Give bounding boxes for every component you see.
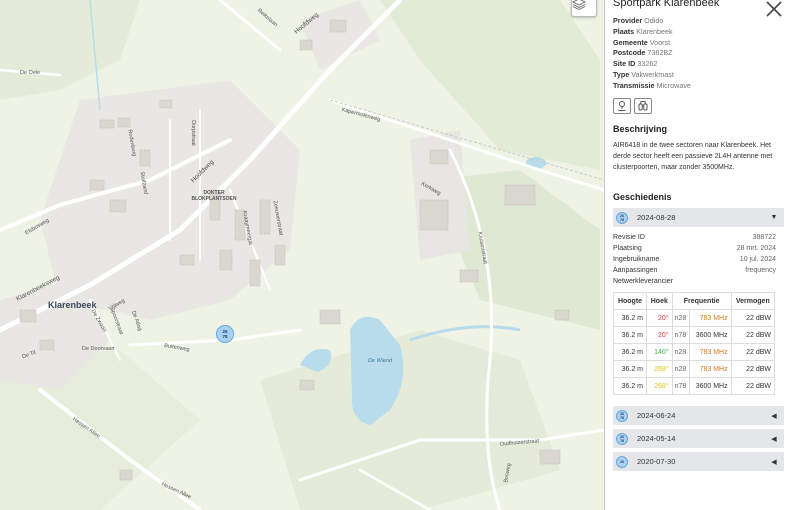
height-cell: 36.2 m — [612, 343, 648, 361]
property-row: Postcode 7382BZ — [613, 48, 673, 58]
power-cell: 22 dBW — [730, 377, 776, 395]
power-cell: 22 dBW — [730, 360, 776, 378]
height-cell: 36.2 m — [612, 309, 648, 327]
frequency-cell: 783 MHz — [689, 343, 732, 361]
description-heading: Beschrijving — [613, 124, 668, 134]
property-row: Site ID 33262 — [613, 59, 658, 69]
table-row: 36.2 m 268° n28 783 MHz 22 dBW — [612, 360, 776, 378]
property-row: Plaats Klarenbeek — [613, 26, 673, 36]
band-badge: 26 — [616, 455, 628, 468]
column-header: Hoogte — [612, 292, 648, 310]
property-row: Provider Odido — [613, 16, 664, 25]
power-cell: 22 dBW — [730, 326, 776, 344]
site-properties: Provider Odido Plaats Klarenbeek Gemeent… — [613, 16, 691, 92]
close-button[interactable] — [766, 1, 782, 17]
antenna-table: Hoogte Hoek Frequentie Vermogen 36.2 m 20… — [612, 292, 776, 395]
frequency-cell: 3600 MHz — [689, 326, 732, 344]
streetview-button[interactable] — [634, 98, 652, 114]
caret-left-icon: ◀ — [771, 435, 777, 443]
history-date: 2020-07-30 — [637, 457, 676, 466]
layers-button[interactable] — [571, 0, 597, 17]
band-cell: n28 — [671, 360, 691, 378]
table-row: 36.2 m 140° n28 783 MHz 22 dBW — [612, 343, 776, 361]
history-item[interactable]: 26 78 2024-05-14 ◀ — [613, 429, 784, 448]
history-date: 2024-05-14 — [637, 434, 676, 443]
layers-icon — [572, 0, 586, 10]
history-heading: Geschiedenis — [613, 192, 672, 202]
column-header: Vermogen — [730, 292, 776, 310]
street-label: De Doorvaart — [82, 346, 115, 352]
band-cell: n78 — [671, 326, 691, 344]
detail-row: Plaatsing 28 mrt. 2024 — [613, 245, 776, 252]
power-cell: 22 dBW — [730, 309, 776, 327]
history-item-expanded[interactable]: 26 78 2024-08-28 ▼ — [613, 208, 784, 227]
history-date: 2024-06-24 — [637, 411, 676, 420]
band-badge: 26 78 — [616, 211, 628, 224]
angle-cell: 268° — [646, 360, 673, 378]
place-label: Klarenbeek — [48, 300, 97, 310]
location-button[interactable] — [613, 98, 631, 114]
binoculars-icon — [638, 101, 648, 111]
site-marker[interactable]: 26 78 — [216, 325, 234, 343]
history-item[interactable]: 26 78 2024-06-24 ◀ — [613, 406, 784, 425]
street-label: Dorpstraat — [189, 120, 196, 146]
site-title: Sportpark Klarenbeek — [613, 0, 720, 9]
property-row: Type Vakwerkmast — [613, 69, 674, 79]
description-text: AIR6418 in de twee sectoren naar Klarenb… — [613, 142, 773, 171]
close-icon — [766, 1, 782, 17]
history-date: 2024-08-28 — [637, 213, 676, 222]
detail-row: Ingebruikname 10 jul. 2024 — [613, 256, 776, 263]
height-cell: 36.2 m — [612, 377, 648, 395]
band-badge: 26 78 — [616, 432, 628, 445]
frequency-cell: 783 MHz — [689, 309, 732, 327]
water-label: De Wiend — [368, 358, 393, 364]
angle-cell: 20° — [646, 309, 673, 327]
band-badge: 26 78 — [616, 409, 628, 422]
angle-cell: 20° — [646, 326, 673, 344]
pin-icon — [618, 101, 626, 111]
history-item[interactable]: 26 2020-07-30 ◀ — [613, 452, 784, 471]
band-cell: n28 — [671, 309, 691, 327]
table-row: 36.2 m 20° n28 783 MHz 22 dBW — [612, 309, 776, 327]
frequency-cell: 783 MHz — [689, 360, 732, 378]
column-header: Hoek — [646, 292, 673, 310]
power-cell: 22 dBW — [730, 343, 776, 361]
street-label: De Oele — [20, 70, 41, 76]
detail-row: Aanpassingen frequency — [613, 267, 776, 274]
map-view[interactable]: Hoofdweg Hoofdweg Kruisenstraat Kapermol… — [0, 0, 604, 510]
frequency-cell: 3600 MHz — [689, 377, 732, 395]
caret-left-icon: ◀ — [771, 412, 777, 420]
poi-label: DOKTER BLOKPLANTSOEN — [191, 190, 237, 202]
property-row: Transmissie Microwave — [613, 80, 691, 90]
action-buttons — [613, 98, 652, 114]
height-cell: 36.2 m — [612, 360, 648, 378]
column-header: Frequentie — [671, 292, 732, 310]
table-row: 36.2 m 20° n78 3600 MHz 22 dBW — [612, 326, 776, 344]
revision-details: Revisie ID 388722 Plaatsing 28 mrt. 2024 I… — [613, 232, 776, 287]
band-cell: n28 — [671, 343, 691, 361]
caret-down-icon: ▼ — [770, 214, 778, 221]
angle-cell: 268° — [646, 377, 673, 395]
site-detail-panel: Sportpark Klarenbeek Provider Odido Plaa… — [604, 0, 800, 510]
angle-cell: 140° — [646, 343, 673, 361]
height-cell: 36.2 m — [612, 326, 648, 344]
caret-left-icon: ◀ — [771, 458, 777, 466]
property-row: Gemeente Voorst — [613, 37, 671, 47]
detail-row: Netwerkleverancier — [613, 278, 673, 285]
band-cell: n78 — [671, 377, 691, 395]
table-row: 36.2 m 268° n78 3600 MHz 22 dBW — [612, 377, 776, 395]
detail-row: Revisie ID 388722 — [613, 234, 776, 241]
